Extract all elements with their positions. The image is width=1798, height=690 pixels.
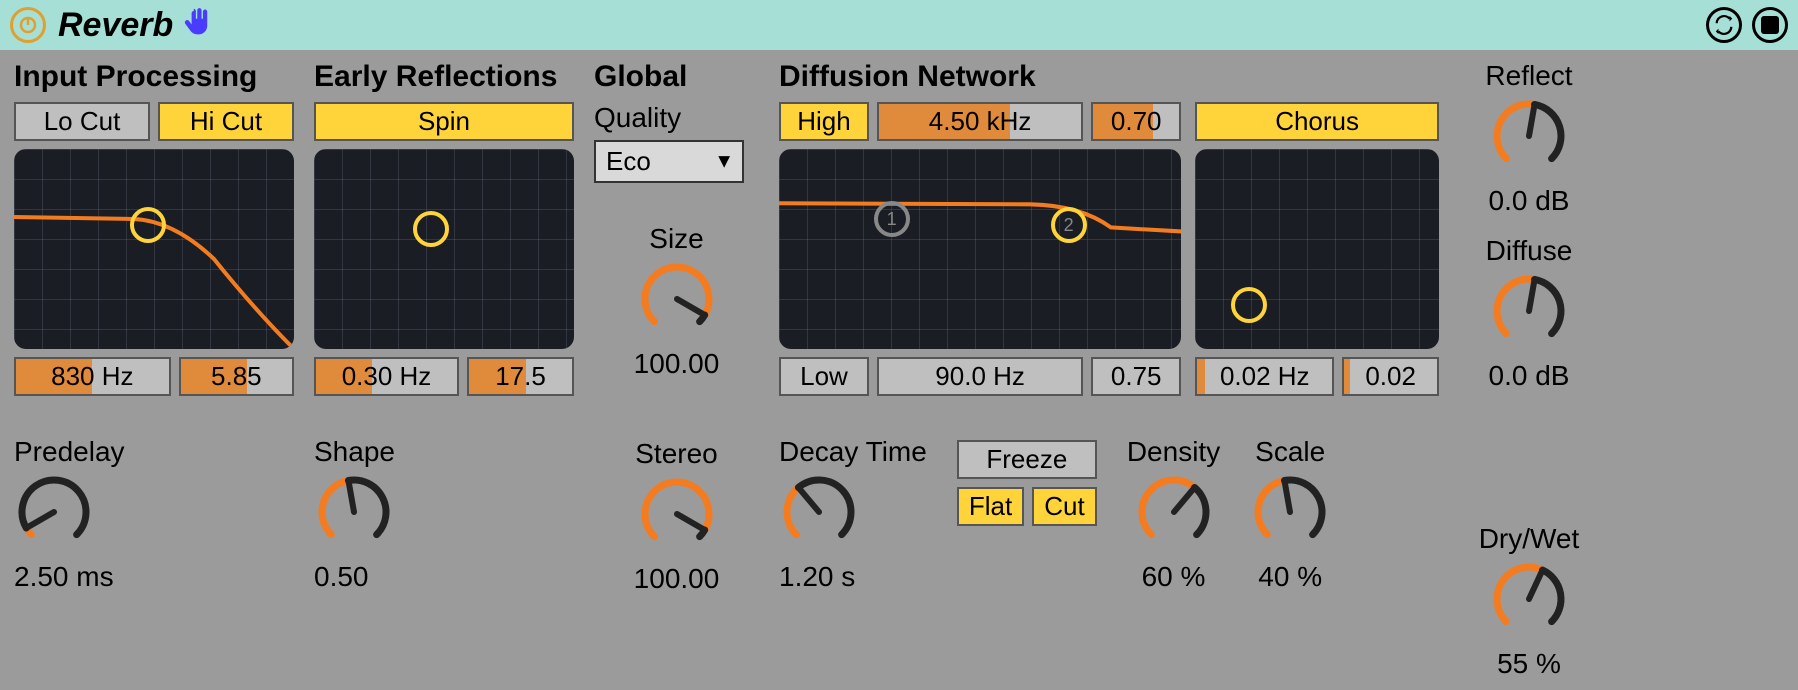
reflect-value: 0.0 dB xyxy=(1489,185,1570,217)
early-reflections-section: Early Reflections Spin 0.30 Hz 17.5 Shap… xyxy=(314,60,574,680)
diffusion-network-section: Diffusion Network High 4.50 kHz 0.70 xyxy=(779,60,1439,680)
density-value: 60 % xyxy=(1142,561,1206,593)
reflect-label: Reflect xyxy=(1485,60,1572,92)
reflect-knob[interactable] xyxy=(1489,96,1569,181)
scale-knob[interactable] xyxy=(1250,472,1330,557)
diffusion-filter-display[interactable]: 1 2 xyxy=(779,149,1181,349)
diffuse-value: 0.0 dB xyxy=(1489,360,1570,392)
spin-button[interactable]: Spin xyxy=(314,102,574,141)
density-knob[interactable] xyxy=(1134,472,1214,557)
high-amt-value[interactable]: 0.70 xyxy=(1091,102,1181,141)
chorus-display[interactable] xyxy=(1195,149,1439,349)
decay-label: Decay Time xyxy=(779,436,927,468)
save-preset-icon[interactable] xyxy=(1752,7,1788,43)
low-shelf-handle[interactable]: 1 xyxy=(874,201,910,237)
predelay-value: 2.50 ms xyxy=(14,561,114,593)
predelay-label: Predelay xyxy=(14,436,125,468)
chorus-rate-value[interactable]: 0.02 Hz xyxy=(1195,357,1334,396)
density-label: Density xyxy=(1127,436,1220,468)
spin-amount-value[interactable]: 17.5 xyxy=(467,357,574,396)
drywet-knob[interactable] xyxy=(1489,559,1569,644)
hot-swap-icon[interactable] xyxy=(1706,7,1742,43)
hicut-button[interactable]: Hi Cut xyxy=(158,102,294,141)
cut-button[interactable]: Cut xyxy=(1032,487,1097,526)
input-processing-section: Input Processing Lo Cut Hi Cut 830 Hz 5.… xyxy=(14,60,294,680)
shape-value: 0.50 xyxy=(314,561,369,593)
filter-handle[interactable] xyxy=(130,207,166,243)
input-filter-display[interactable] xyxy=(14,149,294,349)
predelay-knob[interactable] xyxy=(14,472,94,557)
diffusion-header: Diffusion Network xyxy=(779,60,1439,94)
high-shelf-handle[interactable]: 2 xyxy=(1051,207,1087,243)
global-section: Global Quality Eco Size 100.00 Stereo 10… xyxy=(594,60,759,680)
hand-icon xyxy=(181,6,215,45)
spin-rate-value[interactable]: 0.30 Hz xyxy=(314,357,459,396)
low-amt-value[interactable]: 0.75 xyxy=(1091,357,1181,396)
chorus-handle[interactable] xyxy=(1231,287,1267,323)
shape-label: Shape xyxy=(314,436,395,468)
stereo-knob[interactable] xyxy=(637,474,717,559)
device-title: Reverb xyxy=(58,6,173,45)
global-header: Global xyxy=(594,60,759,94)
diffuse-label: Diffuse xyxy=(1486,235,1573,267)
quality-label: Quality xyxy=(594,102,759,134)
drywet-value: 55 % xyxy=(1497,648,1561,680)
low-shelf-button[interactable]: Low xyxy=(779,357,869,396)
quality-select[interactable]: Eco xyxy=(594,140,744,183)
stereo-label: Stereo xyxy=(635,438,718,470)
spin-display[interactable] xyxy=(314,149,574,349)
locut-button[interactable]: Lo Cut xyxy=(14,102,150,141)
drywet-label: Dry/Wet xyxy=(1479,523,1580,555)
stereo-value: 100.00 xyxy=(634,563,720,595)
size-knob[interactable] xyxy=(637,259,717,344)
output-section: Reflect 0.0 dB Diffuse 0.0 dB Dry/Wet 55… xyxy=(1459,60,1599,680)
decay-value: 1.20 s xyxy=(779,561,855,593)
diffuse-knob[interactable] xyxy=(1489,271,1569,356)
decay-knob[interactable] xyxy=(779,472,859,557)
input-header: Input Processing xyxy=(14,60,294,94)
scale-value: 40 % xyxy=(1258,561,1322,593)
size-label: Size xyxy=(649,223,703,255)
low-freq-value[interactable]: 90.0 Hz xyxy=(877,357,1083,396)
chorus-amt-value[interactable]: 0.02 xyxy=(1342,357,1439,396)
shape-knob[interactable] xyxy=(314,472,394,557)
size-value: 100.00 xyxy=(634,348,720,380)
freeze-button[interactable]: Freeze xyxy=(957,440,1097,479)
scale-label: Scale xyxy=(1255,436,1325,468)
chorus-button[interactable]: Chorus xyxy=(1195,102,1439,141)
flat-button[interactable]: Flat xyxy=(957,487,1024,526)
high-freq-value[interactable]: 4.50 kHz xyxy=(877,102,1083,141)
device-titlebar: Reverb xyxy=(0,0,1798,50)
device-power-icon[interactable] xyxy=(10,7,46,43)
spin-handle[interactable] xyxy=(413,211,449,247)
input-freq-value[interactable]: 830 Hz xyxy=(14,357,171,396)
input-width-value[interactable]: 5.85 xyxy=(179,357,294,396)
high-shelf-button[interactable]: High xyxy=(779,102,869,141)
early-header: Early Reflections xyxy=(314,60,574,94)
